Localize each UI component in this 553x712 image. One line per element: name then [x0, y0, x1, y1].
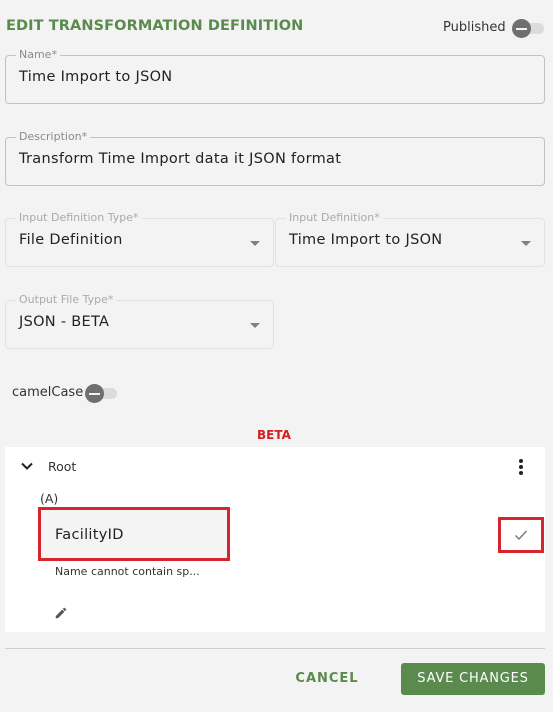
cancel-button[interactable]: CANCEL — [288, 663, 366, 695]
minus-icon — [512, 19, 531, 38]
name-field-label: Name* — [16, 48, 60, 62]
camelcase-label: camelCase — [12, 385, 84, 400]
camelcase-toggle[interactable] — [85, 383, 119, 403]
name-field[interactable]: Name* Time Import to JSON — [5, 48, 545, 104]
output-file-type-label: Output File Type* — [16, 293, 117, 307]
footer-divider — [5, 648, 545, 649]
node-name-error: Name cannot contain sp... — [55, 565, 200, 578]
input-definition-select[interactable]: Input Definition* Time Import to JSON — [275, 211, 545, 267]
confirm-button[interactable] — [498, 517, 544, 553]
more-vert-icon[interactable] — [518, 459, 524, 475]
output-file-type-value: JSON - BETA — [19, 314, 110, 330]
check-icon — [515, 530, 528, 541]
minus-icon — [85, 384, 104, 403]
input-definition-type-select[interactable]: Input Definition Type* File Definition — [5, 211, 274, 267]
tree-root-label: Root — [48, 459, 77, 474]
node-name-input[interactable]: FacilityID — [38, 507, 230, 561]
published-toggle[interactable] — [512, 18, 546, 38]
dropdown-arrow-icon — [250, 241, 260, 246]
description-field-label: Description* — [16, 130, 91, 144]
input-definition-value: Time Import to JSON — [289, 232, 443, 248]
input-definition-type-value: File Definition — [19, 232, 123, 248]
description-field[interactable]: Description* Transform Time Import data … — [5, 130, 545, 186]
name-field-value[interactable]: Time Import to JSON — [19, 69, 172, 85]
edit-pencil-icon[interactable] — [54, 606, 68, 620]
output-file-type-select[interactable]: Output File Type* JSON - BETA — [5, 293, 274, 349]
description-field-value[interactable]: Transform Time Import data it JSON forma… — [19, 151, 341, 167]
page-title: EDIT TRANSFORMATION DEFINITION — [6, 18, 304, 34]
published-label: Published — [443, 20, 506, 35]
tree-panel: Root (A) FacilityID Name cannot contain … — [5, 447, 545, 632]
input-definition-type-label: Input Definition Type* — [16, 211, 142, 225]
beta-badge: BETA — [257, 428, 291, 442]
save-changes-button[interactable]: SAVE CHANGES — [401, 663, 545, 695]
node-name-value[interactable]: FacilityID — [55, 527, 124, 543]
node-type-tag: (A) — [40, 491, 59, 506]
input-definition-label: Input Definition* — [286, 211, 383, 225]
dropdown-arrow-icon — [521, 241, 531, 246]
dropdown-arrow-icon — [250, 323, 260, 328]
chevron-down-icon[interactable] — [20, 459, 34, 473]
